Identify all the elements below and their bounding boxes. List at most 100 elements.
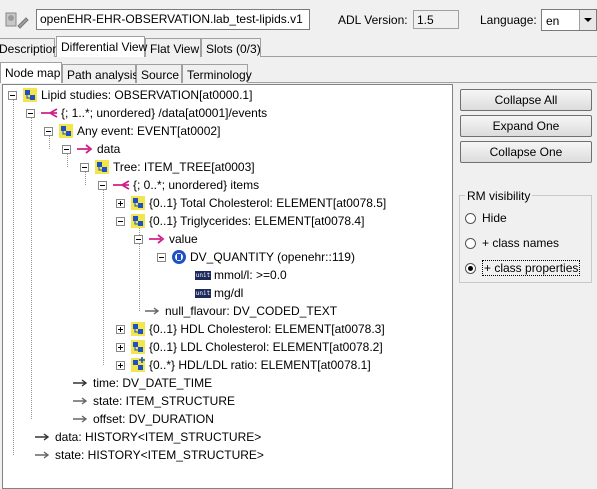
- tab-description[interactable]: Description: [0, 38, 59, 57]
- tree-node-events[interactable]: {; 1..*; unordered} /data[at0001]/events: [26, 104, 267, 122]
- tree-node-null-flavour[interactable]: null_flavour: DV_CODED_TEXT: [144, 302, 337, 320]
- rm-attribute-icon: [73, 415, 88, 423]
- collapse-toggle-icon[interactable]: [80, 162, 89, 172]
- object-icon: [131, 340, 145, 354]
- radio-label: + class names: [482, 236, 560, 250]
- collapse-toggle-icon[interactable]: [26, 108, 35, 118]
- tree-node-hdl-cholesterol[interactable]: {0..1} HDL Cholesterol: ELEMENT[at0078.3…: [116, 320, 385, 338]
- tree-node-ldl-cholesterol[interactable]: {0..1} LDL Cholesterol: ELEMENT[at0078.2…: [116, 338, 383, 356]
- expand-toggle-icon[interactable]: [116, 342, 125, 352]
- tree-node-label: {0..1} Total Cholesterol: ELEMENT[at0078…: [149, 196, 387, 210]
- expand-toggle-icon[interactable]: [116, 324, 125, 334]
- tree-node-label: state: HISTORY<ITEM_STRUCTURE>: [55, 448, 264, 462]
- object-added-icon: [131, 357, 145, 372]
- rm-visibility-class-names-radio[interactable]: + class names: [465, 236, 559, 250]
- expand-one-button[interactable]: Expand One: [460, 115, 592, 137]
- tree-node-item-tree[interactable]: Tree: ITEM_TREE[at0003]: [80, 158, 255, 176]
- tree-node-label: time: DV_DATE_TIME: [93, 376, 213, 390]
- app-icon: [2, 10, 30, 30]
- tree-node-history-state[interactable]: state: HISTORY<ITEM_STRUCTURE>: [34, 446, 264, 464]
- collapse-toggle-icon[interactable]: [116, 216, 125, 226]
- tree-node-label: Lipid studies: OBSERVATION[at0000.1]: [41, 88, 253, 102]
- tree-guide: [31, 117, 32, 419]
- tree-node-label: data: [97, 142, 121, 156]
- radio-label: + class properties: [482, 260, 581, 276]
- multiple-attribute-icon: [41, 108, 58, 118]
- collapse-toggle-icon[interactable]: [8, 90, 17, 100]
- chevron-down-icon[interactable]: [579, 10, 596, 30]
- radio-off-icon: [465, 212, 476, 224]
- tree-node-dv-quantity[interactable]: DV_QUANTITY (openehr::119): [157, 248, 355, 266]
- collapse-toggle-icon[interactable]: [134, 234, 143, 244]
- object-icon: [131, 322, 145, 336]
- expand-toggle-icon[interactable]: [116, 360, 125, 370]
- tree-node-label: data: HISTORY<ITEM_STRUCTURE>: [55, 430, 262, 444]
- tab-flat-view[interactable]: Flat View: [145, 38, 201, 57]
- language-select[interactable]: en: [541, 9, 597, 31]
- tree-node-label: {0..1} Triglycerides: ELEMENT[at0078.4]: [149, 214, 365, 228]
- radio-off-icon: [465, 237, 476, 249]
- tree-node-hdl-ldl-ratio[interactable]: {0..*} HDL/LDL ratio: ELEMENT[at0078.1]: [116, 356, 371, 374]
- collapse-one-button[interactable]: Collapse One: [460, 141, 592, 163]
- tree-node-label: {0..1} LDL Cholesterol: ELEMENT[at0078.2…: [149, 340, 383, 354]
- tab-path-analysis[interactable]: Path analysis: [62, 64, 138, 83]
- radio-on-icon: [465, 262, 476, 274]
- object-icon: [131, 196, 145, 210]
- rm-visibility-title: RM visibility: [465, 189, 533, 203]
- collapse-toggle-icon[interactable]: [62, 144, 71, 154]
- tree-node-label: {0..*} HDL/LDL ratio: ELEMENT[at0078.1]: [149, 358, 371, 372]
- collapse-toggle-icon[interactable]: [44, 126, 53, 136]
- language-select-value: en: [546, 14, 560, 28]
- tree-node-label: Tree: ITEM_TREE[at0003]: [113, 160, 255, 174]
- adl-version-value: 1.5: [413, 10, 459, 29]
- tree-node-data[interactable]: data: [62, 140, 120, 158]
- tree-node-label: DV_QUANTITY (openehr::119): [190, 250, 355, 264]
- tree-node-label: offset: DV_DURATION: [93, 412, 214, 426]
- object-icon: [23, 88, 37, 102]
- rm-visibility-class-properties-radio[interactable]: + class properties: [465, 260, 581, 276]
- collapse-toggle-icon[interactable]: [98, 180, 107, 190]
- expand-toggle-icon[interactable]: [116, 198, 125, 208]
- rm-attribute-icon: [145, 307, 160, 315]
- archetype-id-field[interactable]: openEHR-EHR-OBSERVATION.lab_test-lipids.…: [36, 9, 310, 30]
- tree-node-label: Any event: EVENT[at0002]: [77, 124, 221, 138]
- tree-node-total-cholesterol[interactable]: {0..1} Total Cholesterol: ELEMENT[at0078…: [116, 194, 386, 212]
- single-attribute-icon: [149, 234, 165, 244]
- rm-attribute-icon: [73, 397, 88, 405]
- tree-node-offset[interactable]: offset: DV_DURATION: [72, 410, 214, 428]
- object-icon: [59, 124, 73, 138]
- collapse-toggle-icon[interactable]: [157, 252, 166, 262]
- rm-attribute-icon: [35, 433, 50, 441]
- tree-node-any-event[interactable]: Any event: EVENT[at0002]: [44, 122, 220, 140]
- tree-guide: [103, 189, 104, 365]
- rm-visibility-hide-radio[interactable]: Hide: [465, 211, 507, 225]
- tree-node-items[interactable]: {; 0..*; unordered} items: [98, 176, 259, 194]
- rm-attribute-icon: [35, 451, 50, 459]
- tree-node-label: value: [169, 232, 198, 246]
- tree-node-time[interactable]: time: DV_DATE_TIME: [72, 374, 212, 392]
- tab-terminology[interactable]: Terminology: [182, 64, 252, 83]
- radio-label: Hide: [482, 211, 507, 225]
- tab-source[interactable]: Source: [136, 64, 182, 83]
- unit-icon: unit: [195, 270, 211, 280]
- collapse-all-button[interactable]: Collapse All: [460, 89, 592, 111]
- tree-node-label: {; 0..*; unordered} items: [133, 178, 260, 192]
- unit-icon: unit: [195, 288, 211, 298]
- tab-differential-view[interactable]: Differential View: [56, 36, 147, 57]
- tree-node-unit-mgdl[interactable]: unit mg/dl: [195, 284, 243, 302]
- tree-guide: [13, 99, 14, 455]
- tab-node-map[interactable]: Node map: [0, 62, 62, 83]
- tree-node-root[interactable]: Lipid studies: OBSERVATION[at0000.1]: [8, 86, 252, 104]
- tree-node-label: mmol/l: >=0.0: [214, 268, 287, 282]
- tree-node-label: mg/dl: [214, 286, 244, 300]
- tree-node-triglycerides[interactable]: {0..1} Triglycerides: ELEMENT[at0078.4]: [116, 212, 364, 230]
- adl-version-label: ADL Version:: [338, 13, 408, 27]
- rm-attribute-icon: [73, 379, 88, 387]
- node-map-tree[interactable]: Lipid studies: OBSERVATION[at0000.1] {; …: [2, 84, 453, 489]
- tree-node-value[interactable]: value: [134, 230, 198, 248]
- object-icon: [95, 160, 109, 174]
- tree-node-history-data[interactable]: data: HISTORY<ITEM_STRUCTURE>: [34, 428, 261, 446]
- tree-node-unit-mmol[interactable]: unit mmol/l: >=0.0: [195, 266, 287, 284]
- tree-node-state[interactable]: state: ITEM_STRUCTURE: [72, 392, 235, 410]
- tab-slots[interactable]: Slots (0/3): [201, 38, 261, 57]
